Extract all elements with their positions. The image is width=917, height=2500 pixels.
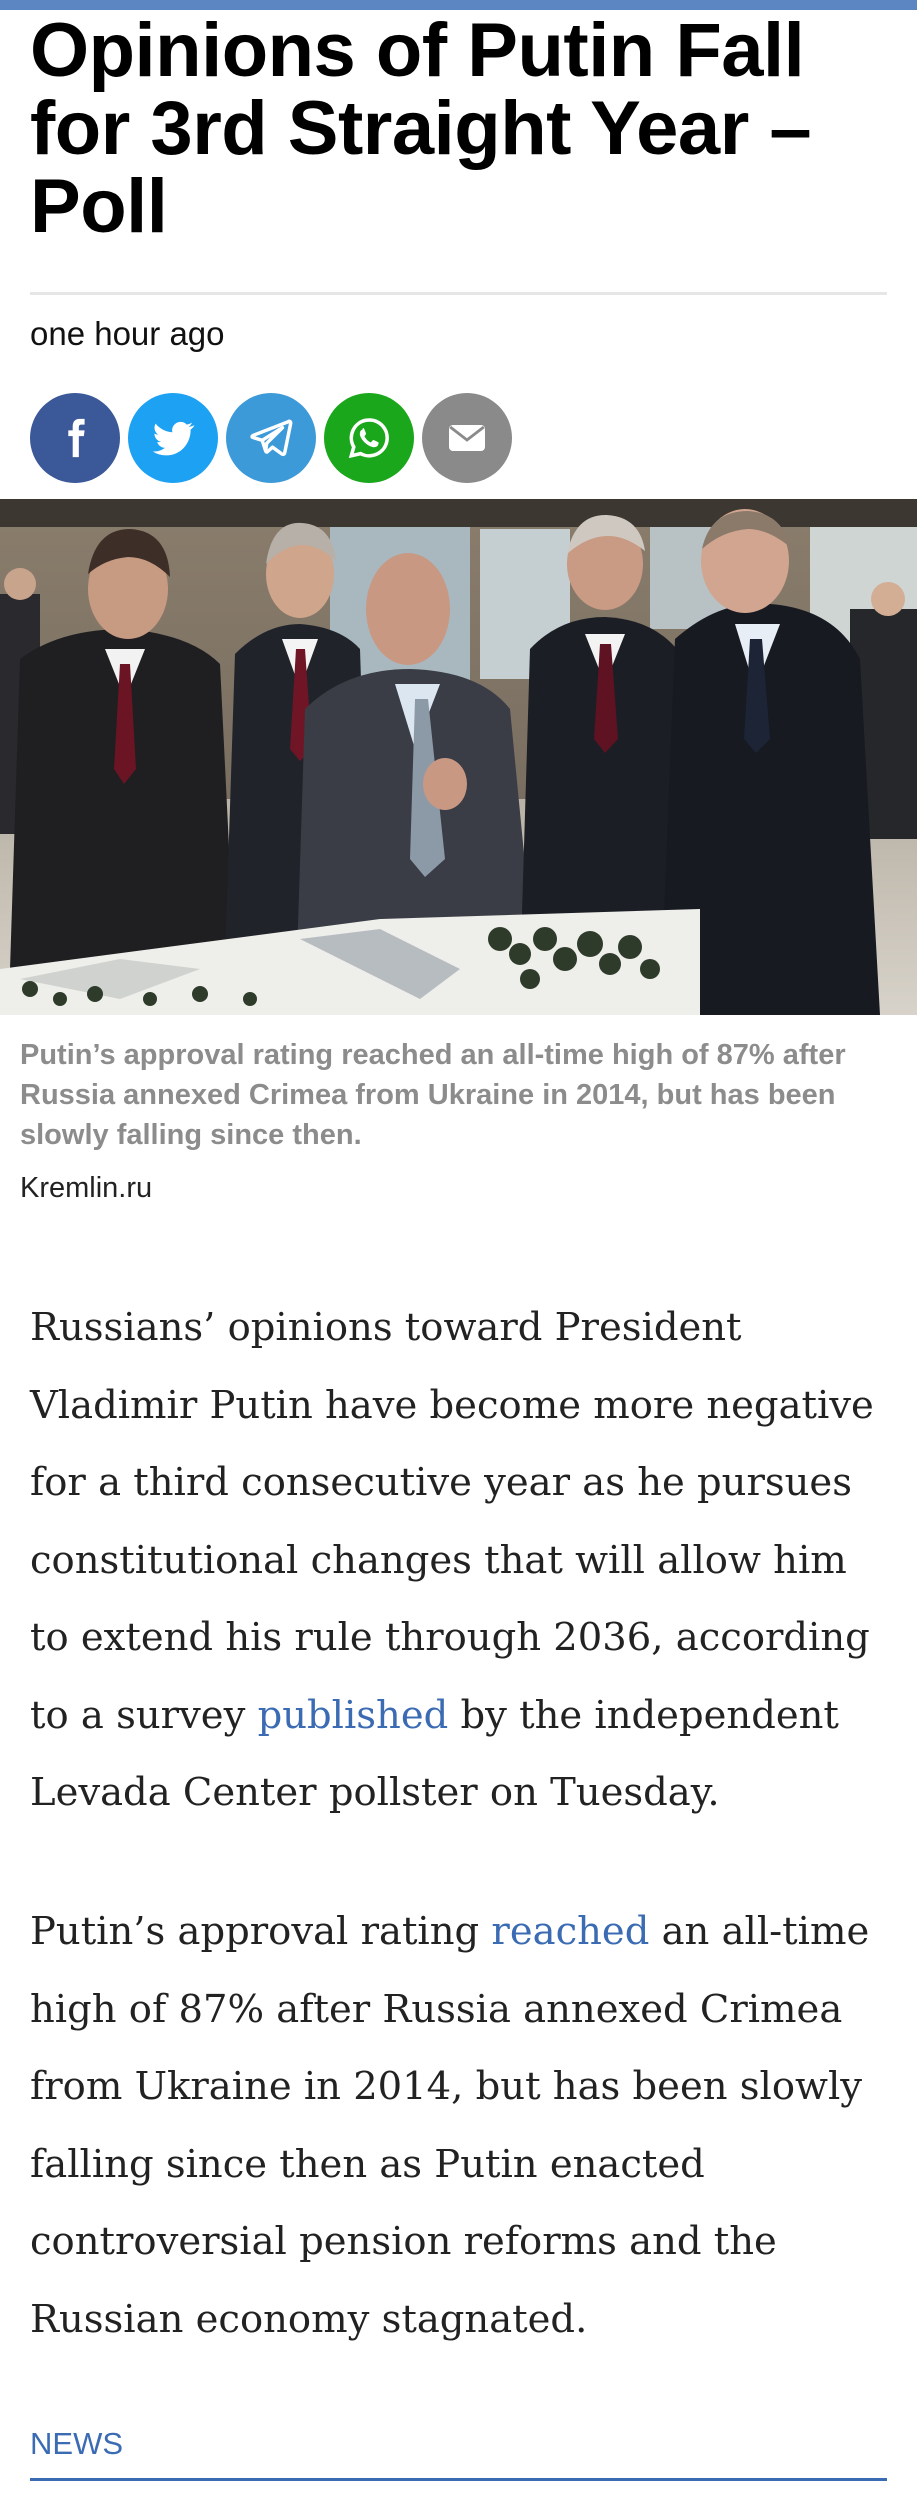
- share-email-button[interactable]: [422, 393, 512, 483]
- paragraph-text: an all-time high of 87% after Russia ann…: [30, 1909, 870, 2342]
- body-paragraph-1: Russians’ opinions toward President Vlad…: [30, 1289, 892, 1832]
- email-icon: [443, 414, 491, 462]
- twitter-icon: [149, 414, 197, 462]
- published-link[interactable]: published: [258, 1693, 449, 1738]
- facebook-icon: [52, 415, 98, 461]
- share-whatsapp-button[interactable]: [324, 393, 414, 483]
- share-facebook-button[interactable]: [30, 393, 120, 483]
- article-headline: Opinions of Putin Fall for 3rd Straight …: [30, 8, 812, 249]
- publish-timestamp: one hour ago: [30, 315, 225, 352]
- paragraph-text: Putin’s approval rating: [30, 1909, 492, 1954]
- body-paragraph-2: Putin’s approval rating reached an all-t…: [30, 1893, 892, 2358]
- telegram-icon: [248, 415, 294, 461]
- article-photo: [0, 499, 917, 1015]
- share-telegram-button[interactable]: [226, 393, 316, 483]
- share-buttons: [30, 393, 512, 483]
- section-tag-news[interactable]: NEWS: [30, 2424, 123, 2464]
- share-twitter-button[interactable]: [128, 393, 218, 483]
- paragraph-text: Russians’ opinions toward President Vlad…: [30, 1305, 874, 1738]
- headline-divider: [30, 292, 887, 295]
- photo-caption: Putin’s approval rating reached an all-t…: [20, 1039, 846, 1151]
- whatsapp-icon: [344, 413, 394, 463]
- footer-divider: [30, 2478, 887, 2481]
- photo-credit: Kremlin.ru: [20, 1172, 153, 1204]
- reached-link[interactable]: reached: [491, 1909, 649, 1954]
